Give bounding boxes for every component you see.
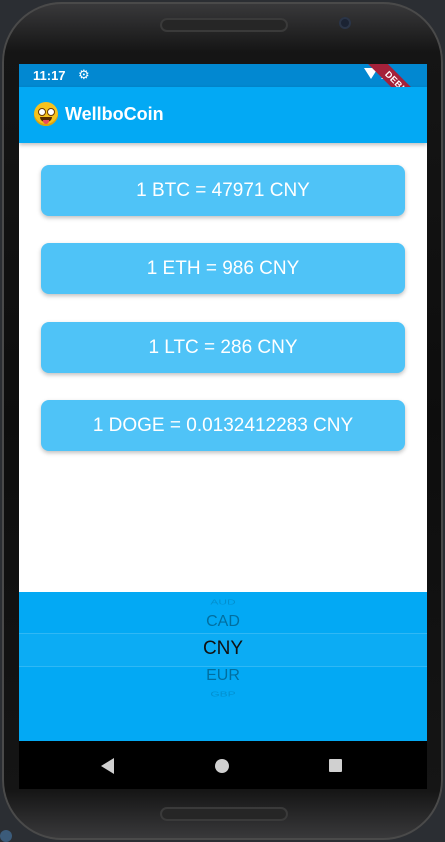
back-icon[interactable] (101, 758, 114, 774)
rate-card-doge[interactable]: 1 DOGE = 0.0132412283 CNY (41, 400, 405, 451)
bottom-speaker (160, 807, 288, 821)
app-screen: 11:17 ⚙ DEBUG WellboCoin 1 BTC = 47971 C… (19, 64, 427, 789)
picker-item-eur[interactable]: EUR (19, 667, 427, 685)
phone-frame: 11:17 ⚙ DEBUG WellboCoin 1 BTC = 47971 C… (2, 2, 443, 840)
picker-item-aud[interactable]: AUD (19, 598, 427, 606)
system-nav-bar (19, 741, 427, 789)
status-bar: 11:17 ⚙ (19, 64, 427, 87)
picker-item-cad[interactable]: CAD (19, 613, 427, 631)
currency-picker[interactable]: AUD CAD CNY EUR GBP (19, 592, 427, 741)
recents-icon[interactable] (329, 759, 342, 772)
rate-card-btc[interactable]: 1 BTC = 47971 CNY (41, 165, 405, 216)
picker-item-gbp[interactable]: GBP (19, 690, 427, 698)
earpiece-speaker (160, 18, 288, 32)
picker-item-cny-selected[interactable]: CNY (19, 638, 427, 660)
home-icon[interactable] (215, 759, 229, 773)
status-time: 11:17 (33, 68, 66, 83)
rate-card-eth[interactable]: 1 ETH = 986 CNY (41, 243, 405, 294)
settings-gear-icon: ⚙ (78, 67, 90, 82)
app-bar: WellboCoin (19, 87, 427, 143)
rate-card-ltc[interactable]: 1 LTC = 286 CNY (41, 322, 405, 373)
emulator-corner-indicator (0, 830, 12, 842)
app-title: WellboCoin (65, 104, 164, 124)
front-camera (339, 17, 351, 29)
money-mouth-face-icon (34, 102, 58, 126)
